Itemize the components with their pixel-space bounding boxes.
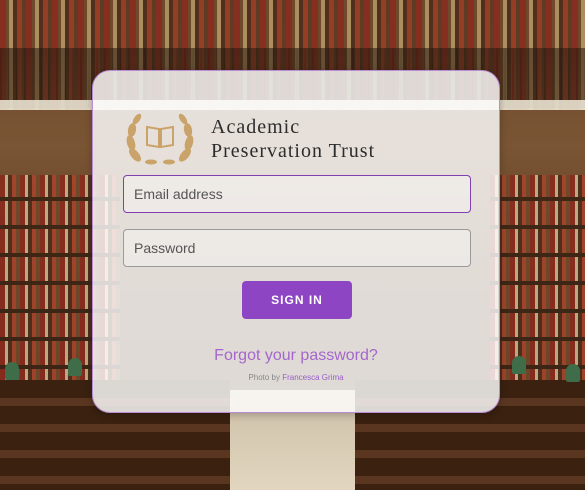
email-field[interactable]: [123, 175, 471, 213]
sign-in-button[interactable]: SIGN IN: [242, 281, 352, 319]
brand-line-2: Preservation Trust: [211, 140, 376, 162]
photo-credit-prefix: Photo by: [248, 373, 280, 382]
login-card: Academic Preservation Trust SIGN IN Forg…: [92, 70, 500, 413]
lamp-icon: [566, 364, 580, 382]
lamp-icon: [68, 358, 82, 376]
password-field[interactable]: [123, 229, 471, 267]
lamp-icon: [5, 362, 19, 380]
photo-credit: Photo by Francesca Grima: [93, 373, 499, 382]
photo-credit-author-link[interactable]: Francesca Grima: [282, 373, 343, 382]
brand-line-1: Academic: [211, 116, 301, 138]
brand-name: Academic Preservation Trust: [211, 115, 491, 163]
forgot-password-link[interactable]: Forgot your password?: [93, 347, 499, 365]
lamp-icon: [512, 356, 526, 374]
laurel-book-icon: [126, 113, 194, 165]
